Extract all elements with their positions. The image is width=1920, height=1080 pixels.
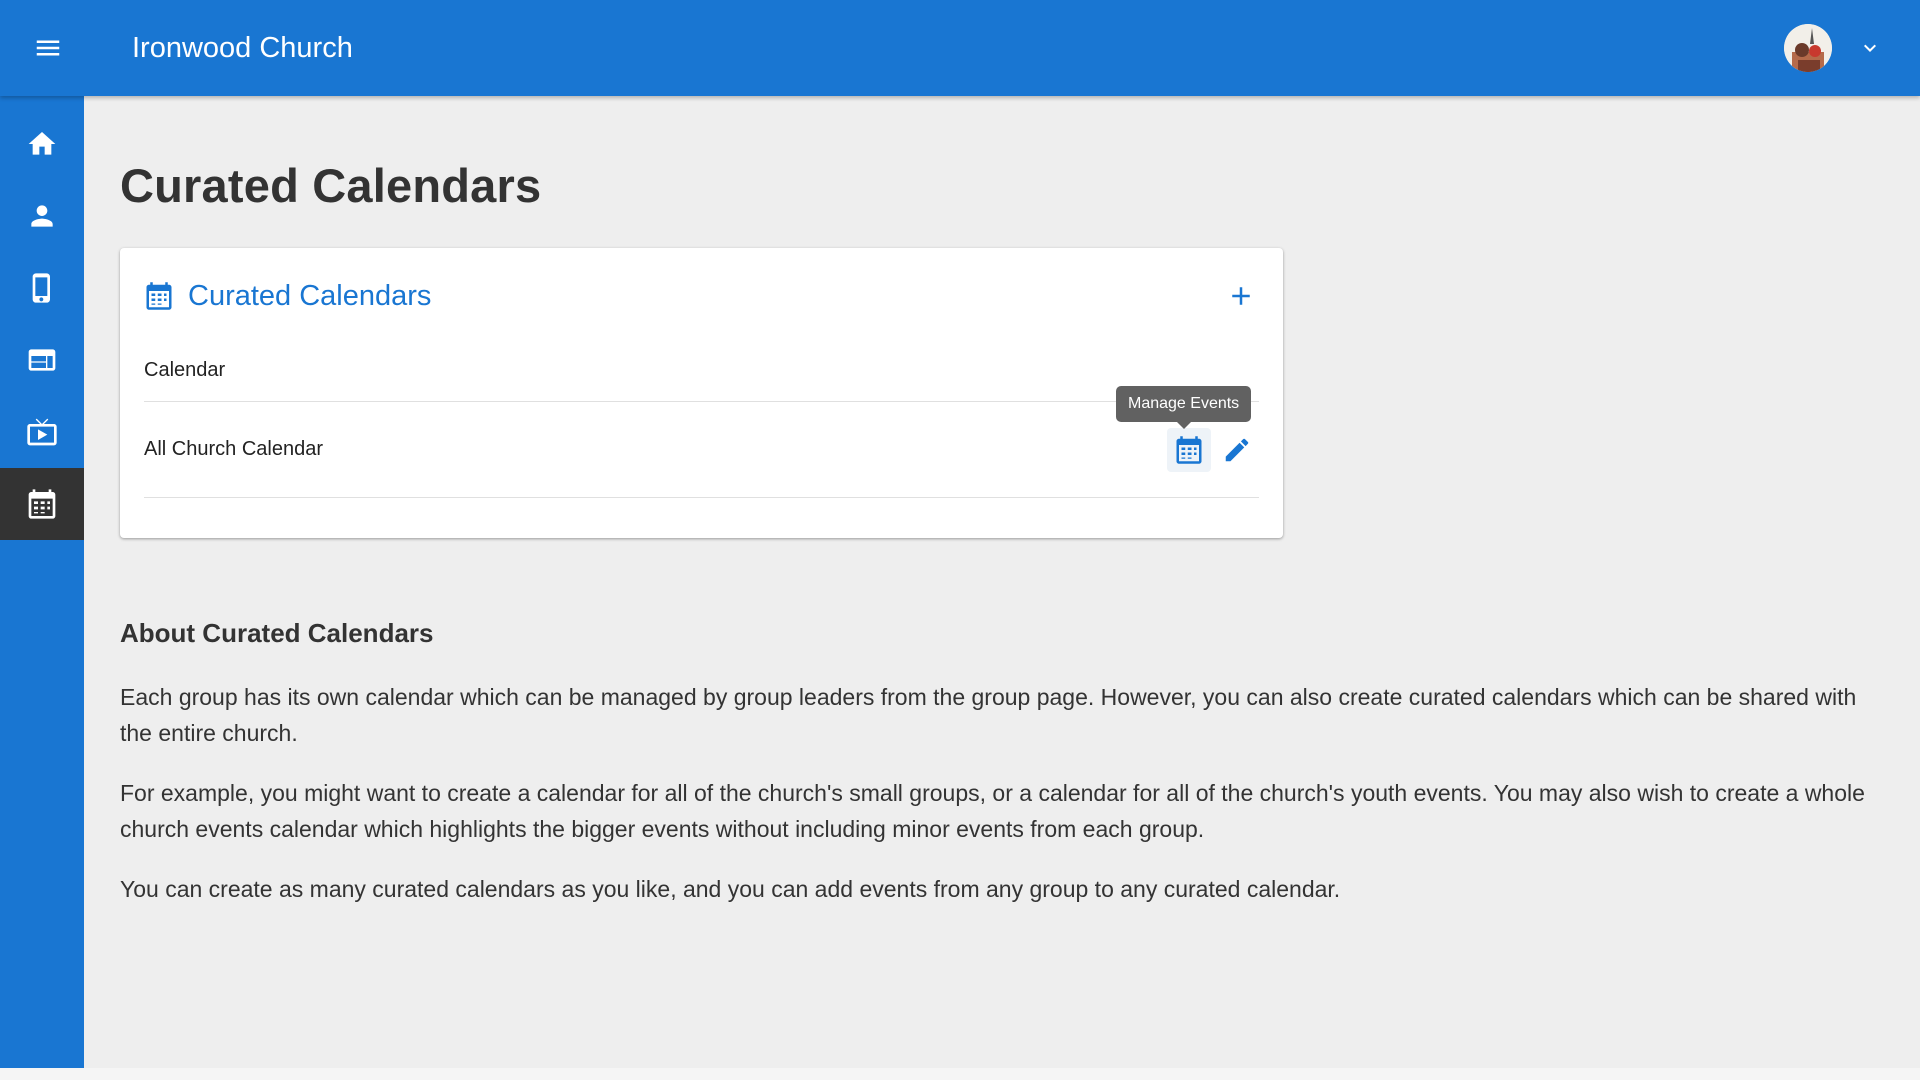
footer-strip [0, 1068, 1920, 1080]
sidebar-item-calendars[interactable] [0, 468, 84, 540]
mobile-phone-icon [32, 273, 50, 303]
row-actions [1167, 427, 1259, 472]
about-heading: About Curated Calendars [120, 618, 434, 648]
curated-calendars-card: Curated Calendars Calendar All Church Ca… [120, 248, 1283, 538]
sidebar-item-streaming[interactable] [0, 396, 84, 468]
hamburger-menu-icon[interactable] [0, 0, 96, 96]
page-title: Curated Calendars [120, 159, 542, 212]
main-content: Curated Calendars Curated Calendars Cale… [120, 96, 1890, 902]
user-avatar[interactable] [1784, 24, 1832, 72]
user-menu [1784, 24, 1882, 72]
table-header: Calendar [144, 340, 1259, 402]
column-header-calendar: Calendar [144, 359, 226, 381]
table-row: All Church Calendar [144, 402, 1259, 498]
calendar-icon [1176, 435, 1202, 464]
calendar-icon [28, 489, 56, 519]
add-calendar-button[interactable] [1223, 278, 1259, 314]
sidebar-item-mobile[interactable] [0, 252, 84, 324]
about-paragraph: You can create as many curated calendars… [120, 876, 1341, 902]
edit-calendar-button[interactable] [1215, 428, 1259, 472]
manage-events-button[interactable] [1167, 427, 1211, 472]
app-title: Ironwood Church [132, 31, 353, 64]
about-section: About Curated Calendars Each group has i… [120, 618, 1890, 931]
live-tv-icon [27, 418, 57, 446]
calendar-icon [146, 282, 172, 310]
app-bar: Ironwood Church [0, 0, 1920, 96]
sidebar-item-home[interactable] [0, 108, 84, 180]
card-header: Curated Calendars [144, 278, 1259, 314]
chevron-down-icon[interactable] [1858, 36, 1882, 60]
sidebar-item-people[interactable] [0, 180, 84, 252]
person-icon [31, 205, 53, 227]
calendar-name: All Church Calendar [144, 438, 323, 460]
card-title: Curated Calendars [188, 279, 432, 312]
sidebar-item-website[interactable] [0, 324, 84, 396]
calendars-table: Calendar All Church Calendar [144, 340, 1259, 498]
about-paragraph: Each group has its own calendar which ca… [120, 684, 1857, 746]
about-paragraph: For example, you might want to create a … [120, 780, 1865, 842]
home-icon [28, 132, 56, 155]
manage-events-tooltip: Manage Events [1116, 386, 1252, 429]
plus-icon [1232, 287, 1250, 305]
web-layout-icon [28, 349, 56, 371]
edit-pencil-icon [1225, 438, 1249, 461]
sidebar-nav [0, 96, 84, 1068]
